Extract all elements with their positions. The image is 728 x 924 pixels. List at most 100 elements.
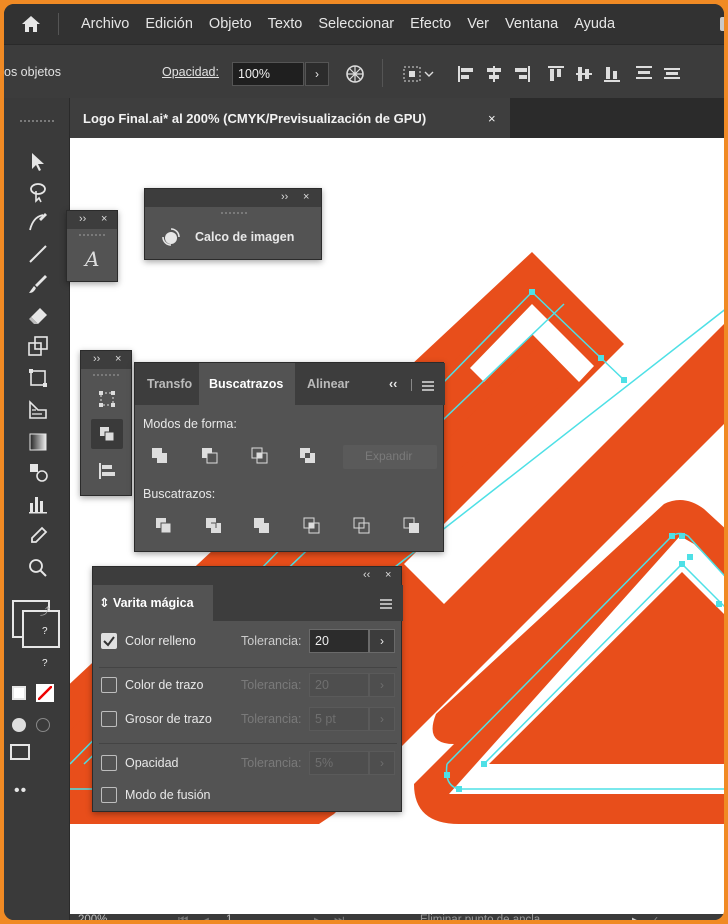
status-menu-icon[interactable]: ▶ (632, 914, 641, 920)
eraser-tool-icon[interactable] (22, 302, 54, 330)
menu-ventana[interactable]: Ventana (497, 16, 566, 32)
screen-mode-icon[interactable] (10, 744, 30, 760)
image-trace-grip[interactable] (221, 212, 247, 214)
glyphs-icon[interactable]: A (85, 247, 99, 271)
dock-close-icon[interactable]: × (115, 353, 121, 365)
fill-color-label[interactable]: Color relleno (125, 634, 196, 648)
stroke-tolerance-input[interactable]: 20 (309, 673, 369, 697)
unite-icon[interactable] (151, 447, 169, 465)
glyphs-close-icon[interactable]: × (101, 213, 107, 225)
exclude-icon[interactable] (299, 447, 317, 465)
opacity-label[interactable]: Opacidad: (162, 65, 219, 79)
paintbrush-tool-icon[interactable] (22, 270, 54, 298)
draw-normal-icon[interactable] (12, 718, 26, 732)
align-top-icon[interactable] (544, 61, 568, 87)
menu-ayuda[interactable]: Ayuda (566, 16, 623, 32)
distribute-center-icon[interactable] (660, 61, 684, 87)
menu-texto[interactable]: Texto (260, 16, 311, 32)
selection-tool-icon[interactable] (22, 148, 54, 176)
artboard-number[interactable]: 1 (226, 914, 232, 920)
magic-wand-header[interactable]: ‹‹ × (93, 567, 401, 585)
opacity-dropdown-button[interactable]: › (305, 62, 329, 86)
stroke-weight-checkbox[interactable] (101, 711, 117, 727)
stroke-weight-label[interactable]: Grosor de trazo (125, 712, 212, 726)
scale-tool-icon[interactable] (22, 332, 54, 360)
align-center-h-icon[interactable] (482, 61, 506, 87)
glyphs-collapse-icon[interactable]: ›› (79, 213, 86, 225)
pathfinder-panel-icon[interactable] (91, 419, 123, 449)
recolor-icon[interactable] (342, 61, 368, 87)
opacity-option-label[interactable]: Opacidad (125, 756, 179, 770)
panel-dock-header[interactable]: ›› × (81, 351, 131, 369)
menu-archivo[interactable]: Archivo (73, 16, 137, 32)
zoom-tool-icon[interactable] (22, 554, 54, 582)
direct-selection-lasso-icon[interactable] (22, 178, 54, 206)
free-transform-tool-icon[interactable] (22, 364, 54, 392)
prev-artboard-icon[interactable]: ◀ (200, 914, 209, 920)
line-tool-icon[interactable] (22, 240, 54, 268)
last-artboard-icon[interactable]: ⏭ (334, 914, 344, 920)
next-artboard-icon[interactable]: ▶ (314, 914, 323, 920)
crop-icon[interactable] (303, 517, 321, 535)
opacity-input[interactable]: 100% (232, 62, 304, 86)
more-tools-icon[interactable]: •• (14, 782, 27, 800)
glyphs-grip[interactable] (79, 234, 105, 236)
image-trace-collapse-icon[interactable]: ›› (281, 191, 288, 203)
tab-pathfinder-active[interactable]: Buscatrazos (199, 363, 295, 405)
magic-wand-tab[interactable]: ⇕ Varita mágica (93, 585, 213, 621)
expand-button[interactable]: Expandir (343, 445, 437, 469)
divide-icon[interactable] (155, 517, 173, 535)
weight-tolerance-button[interactable]: › (369, 707, 395, 731)
outline-icon[interactable] (353, 517, 371, 535)
workspace-icon[interactable] (720, 17, 724, 31)
distribute-top-icon[interactable] (632, 61, 656, 87)
menu-seleccionar[interactable]: Seleccionar (310, 16, 402, 32)
magic-wand-menu-icon[interactable] (379, 597, 393, 609)
image-trace-icon[interactable] (161, 227, 181, 247)
align-panel-icon[interactable] (95, 459, 119, 483)
scroll-left-icon[interactable]: ‹ (654, 914, 658, 920)
tab-align[interactable]: Alinear (307, 377, 349, 391)
fill-tolerance-button[interactable]: › (369, 629, 395, 653)
toolbar-grip[interactable] (20, 120, 54, 122)
align-center-v-icon[interactable] (572, 61, 596, 87)
none-mode-icon[interactable] (36, 684, 54, 702)
artboard-dropdown-icon[interactable]: ⌄ (284, 912, 294, 920)
merge-icon[interactable] (253, 517, 271, 535)
align-bottom-icon[interactable] (600, 61, 624, 87)
draw-inside-icon[interactable] (36, 718, 50, 732)
blend-mode-checkbox[interactable] (101, 787, 117, 803)
image-trace-label[interactable]: Calco de imagen (195, 230, 294, 244)
opacity-tolerance-button[interactable]: › (369, 751, 395, 775)
align-left-icon[interactable] (454, 61, 478, 87)
menu-ver[interactable]: Ver (459, 16, 497, 32)
menu-objeto[interactable]: Objeto (201, 16, 260, 32)
glyphs-panel-header[interactable]: ›› × (67, 211, 117, 229)
stroke-color-checkbox[interactable] (101, 677, 117, 693)
minus-back-icon[interactable] (403, 517, 421, 535)
opacity-tolerance-input[interactable]: 5% (309, 751, 369, 775)
magic-wand-collapse-icon[interactable]: ‹‹ (363, 569, 370, 581)
weight-tolerance-input[interactable]: 5 pt (309, 707, 369, 731)
fill-color-checkbox[interactable] (101, 633, 117, 649)
first-artboard-icon[interactable]: ⏮ (178, 914, 188, 920)
pathfinder-collapse-icon[interactable]: ‹‹ (389, 377, 397, 391)
stroke-tolerance-button[interactable]: › (369, 673, 395, 697)
image-trace-header[interactable]: ›› × (145, 189, 321, 207)
image-trace-close-icon[interactable]: × (303, 191, 309, 203)
fill-tolerance-input[interactable]: 20 (309, 629, 369, 653)
trim-icon[interactable] (205, 517, 223, 535)
blend-mode-label[interactable]: Modo de fusión (125, 788, 210, 802)
dock-expand-icon[interactable]: ›› (93, 353, 100, 365)
dock-grip[interactable] (93, 374, 119, 376)
opacity-checkbox[interactable] (101, 755, 117, 771)
align-to-icon[interactable] (398, 61, 438, 87)
intersect-icon[interactable] (251, 447, 269, 465)
shape-builder-tool-icon[interactable] (22, 396, 54, 424)
tab-transform[interactable]: Transfo (147, 377, 197, 391)
zoom-level[interactable]: 200% (78, 914, 107, 920)
minus-front-icon[interactable] (201, 447, 219, 465)
magic-wand-close-icon[interactable]: × (385, 569, 391, 581)
blend-tool-icon[interactable] (22, 458, 54, 486)
transform-panel-icon[interactable] (95, 387, 119, 411)
